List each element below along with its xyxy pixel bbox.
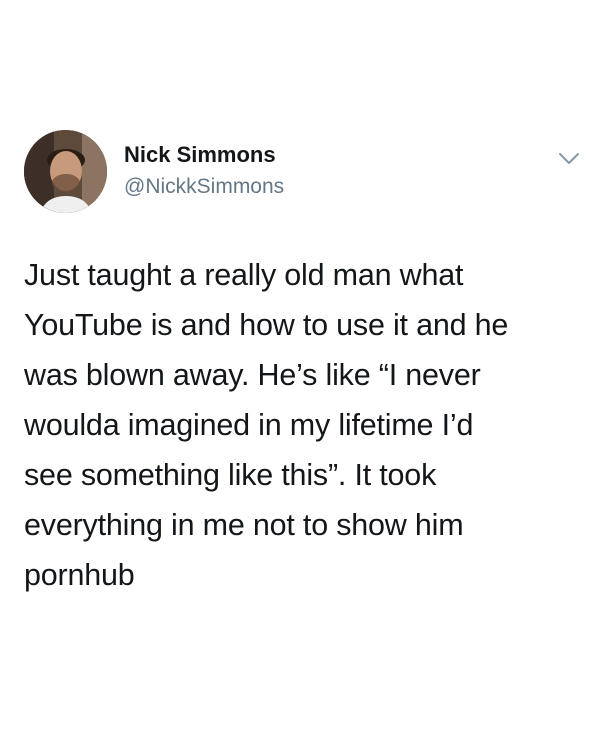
profile-photo-icon xyxy=(24,130,107,213)
tweet-header: Nick Simmons @NickkSimmons xyxy=(24,130,584,214)
chevron-down-icon[interactable] xyxy=(558,152,580,166)
author-display-name[interactable]: Nick Simmons xyxy=(124,142,284,168)
tweet-card: Nick Simmons @NickkSimmons Just taught a… xyxy=(0,0,600,748)
author-names: Nick Simmons @NickkSimmons xyxy=(124,142,284,200)
author-handle[interactable]: @NickkSimmons xyxy=(124,174,284,200)
tweet-text: Just taught a really old man what YouTub… xyxy=(24,258,509,592)
avatar[interactable] xyxy=(24,130,107,213)
